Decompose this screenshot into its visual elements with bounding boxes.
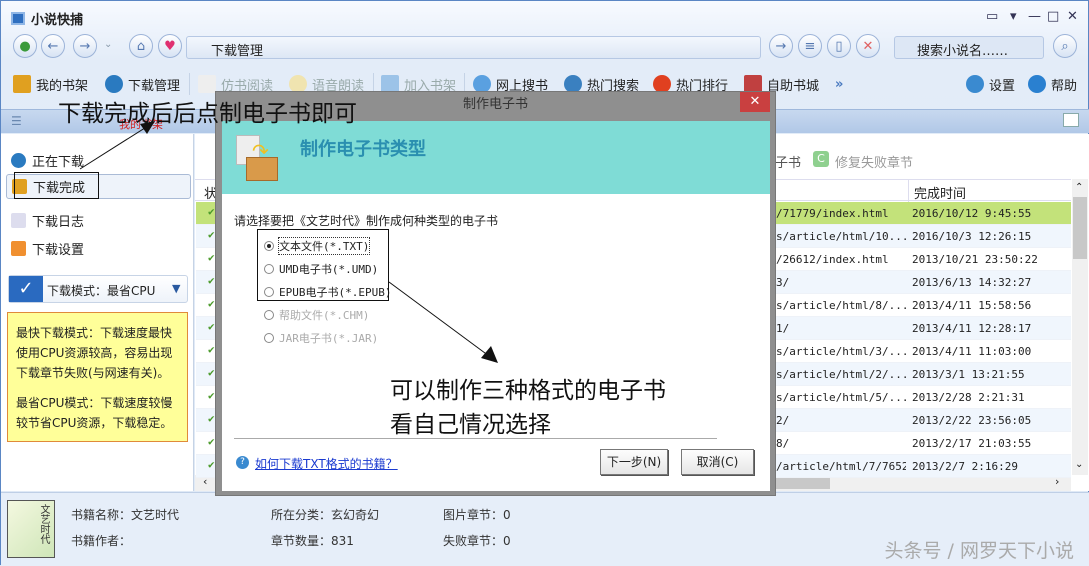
- annotation-line2: 看自己情况选择: [390, 412, 551, 438]
- annotation-line1: 可以制作三种格式的电子书: [390, 378, 666, 404]
- annotation-arrows: [79, 121, 498, 363]
